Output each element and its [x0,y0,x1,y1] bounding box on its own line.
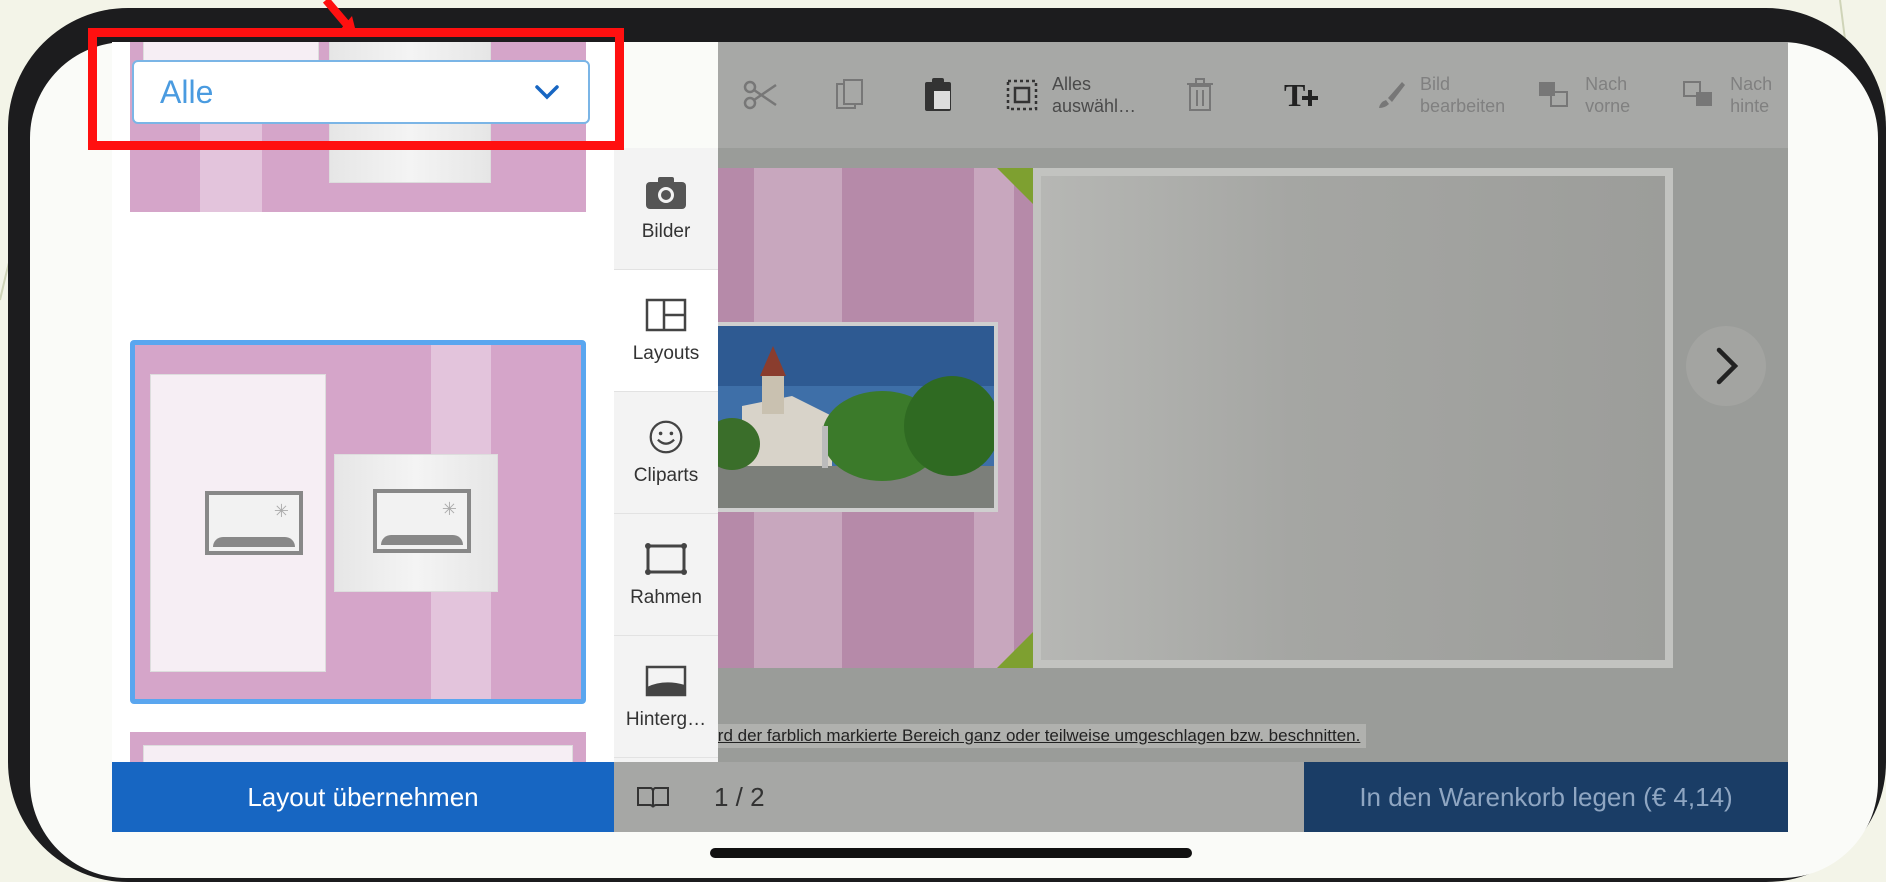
tab-label: Rahmen [630,586,702,608]
brush-icon [1379,82,1406,108]
page-right[interactable] [1033,168,1673,668]
layout-icon [645,298,687,331]
editor-canvas-area: Alles auswähl… T Bild bearbeiten Nach vo… [718,42,1788,762]
tool-sidebar: Bilder Layouts Cliparts Rahmen Hinterg… [614,148,718,762]
next-page-button[interactable] [1686,326,1766,406]
add-text-icon: T [1284,78,1319,112]
annotation-highlight-box [88,28,624,150]
trash-icon [1187,78,1214,111]
image-placeholder-icon: ✳ [373,489,471,553]
bring-forward-icon [1539,82,1569,107]
paste-button[interactable] [906,55,970,135]
select-all-icon [1006,79,1038,111]
apply-layout-button[interactable]: Layout übernehmen [112,762,614,832]
church-image [718,326,994,508]
photobook-spread: ird der farblich markierte Bereich ganz … [718,168,1673,748]
chevron-right-icon [1716,347,1739,385]
clipboard-icon [925,78,951,111]
tab-label: Bilder [641,220,691,242]
tab-cliparts[interactable]: Cliparts [614,392,718,514]
tab-label: Layouts [632,342,700,364]
image-placeholder-icon: ✳ [205,491,303,555]
edit-toolbar: Alles auswähl… T Bild bearbeiten Nach vo… [718,42,1788,148]
add-text-button[interactable]: T [1248,55,1360,135]
bring-forward-button[interactable]: Nach vorne [1521,55,1646,135]
tab-hintergrund[interactable]: Hinterg… [614,636,718,758]
page-counter: 1 / 2 [714,781,765,812]
tab-label: Hinterg… [625,708,707,730]
tab-label: Cliparts [633,464,699,486]
scissors-icon [743,80,777,110]
send-back-label: Nach hinte [1730,74,1773,116]
smiley-icon [649,420,683,453]
layouts-panel: ✳ ✳ Alle Layout übernehmen [112,42,614,832]
tab-rahmen[interactable]: Rahmen [614,514,718,636]
page-left[interactable] [718,168,1033,668]
edit-image-button[interactable]: Bild bearbeiten [1360,55,1521,135]
select-all-button[interactable]: Alles auswähl… [990,55,1152,135]
tab-bilder[interactable]: Bilder [614,148,718,270]
annotation-arrow [322,0,356,32]
camera-icon [646,176,686,209]
bring-forward-label: Nach vorne [1585,74,1631,116]
tab-layouts[interactable]: Layouts [614,270,718,392]
delete-button[interactable] [1152,55,1248,135]
copy-button[interactable] [818,55,882,135]
svg-text:T: T [1284,78,1305,112]
select-all-label: Alles auswähl… [1052,74,1137,116]
edit-image-label: Bild bearbeiten [1420,74,1506,116]
add-to-cart-button[interactable]: In den Warenkorb legen (€ 4,14) [1304,762,1788,832]
frame-icon [645,542,687,575]
cut-button[interactable] [726,55,794,135]
church-photo[interactable] [718,322,998,512]
bottom-bar: 1 / 2 In den Warenkorb legen (€ 4,14) [614,762,1788,832]
photobook-editor-app: ✳ ✳ Alle Layout übernehmen Bilder Layout… [112,42,1788,832]
copy-icon [836,79,863,109]
send-back-icon [1683,81,1713,106]
page-corner-marker [997,168,1033,204]
background-icon [645,665,687,696]
layout-thumbnail-selected[interactable]: ✳ ✳ [130,340,586,704]
bleed-hint: ird der farblich markierte Bereich ganz … [718,724,1367,748]
send-back-button[interactable]: Nach hinte [1666,55,1788,135]
page-corner-marker [997,632,1033,668]
book-icon[interactable] [636,786,670,808]
home-indicator [710,848,1192,858]
